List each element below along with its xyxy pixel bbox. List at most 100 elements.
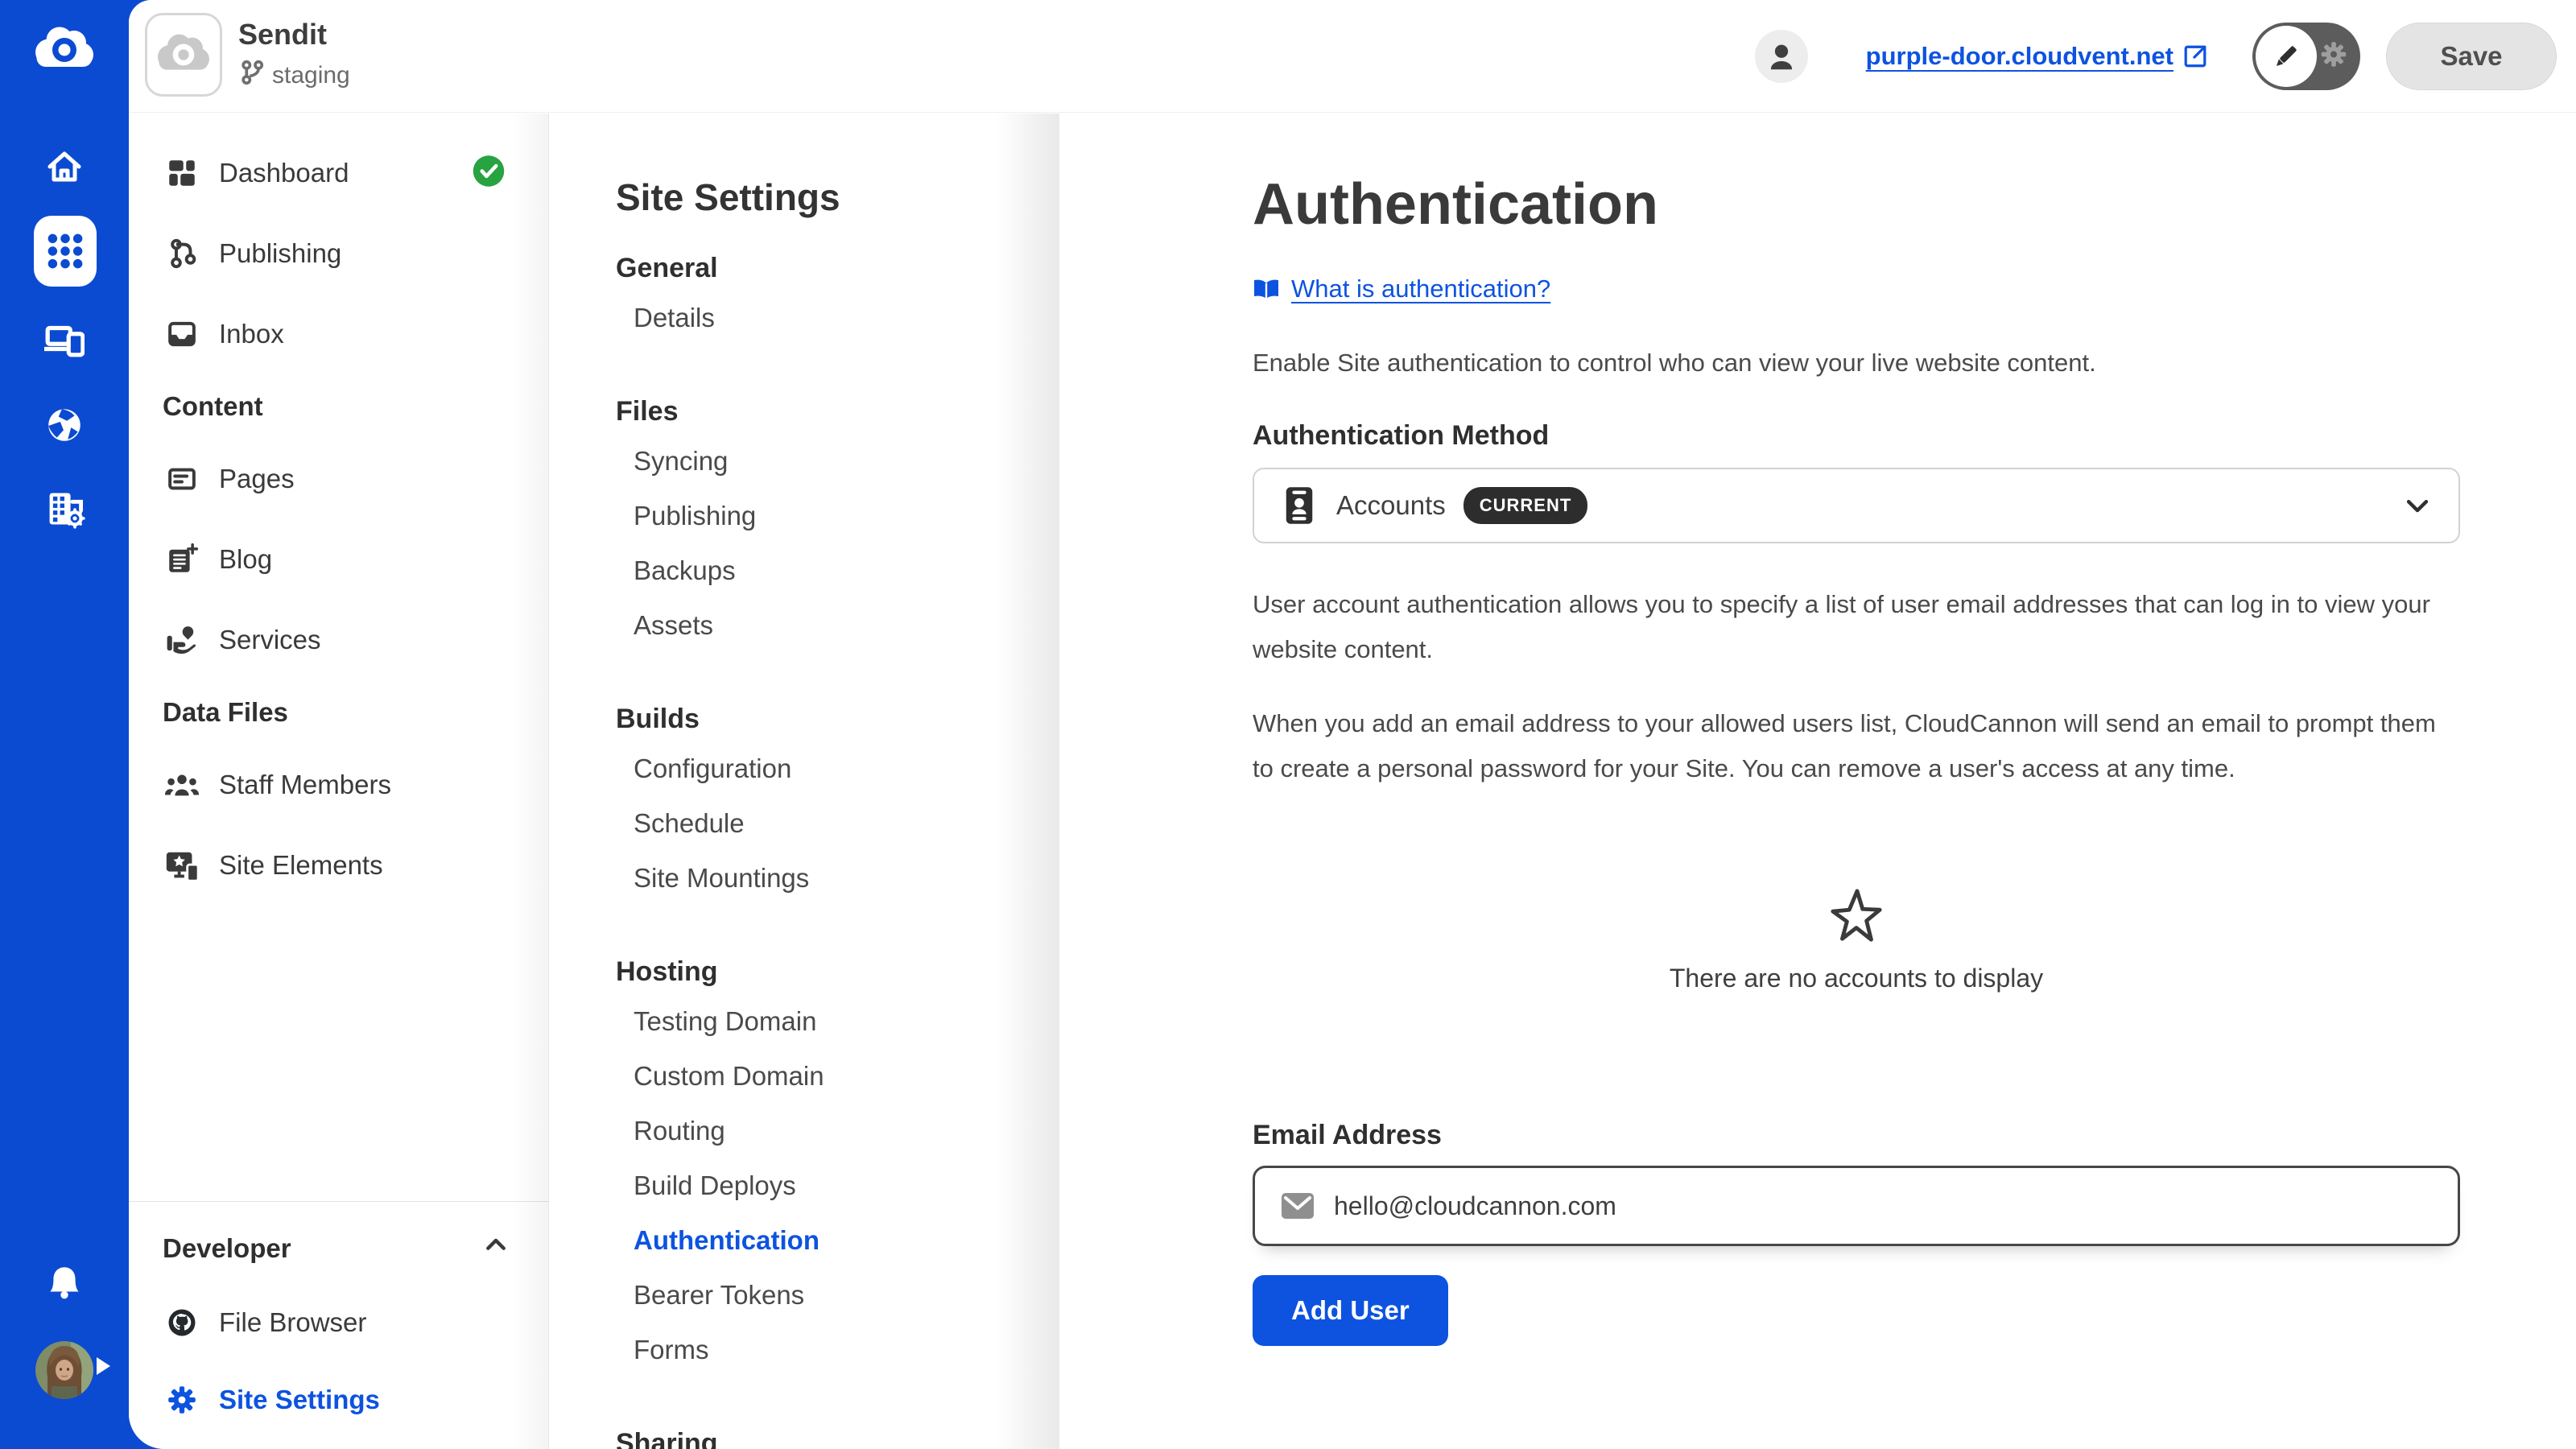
app-rail [0, 0, 129, 1449]
app-header: Sendit staging [129, 0, 2576, 113]
settings-section-general: General [616, 246, 1059, 291]
nav-item-dashboard[interactable]: Dashboard [129, 133, 548, 213]
bell-icon[interactable] [44, 1262, 85, 1307]
nav-item-blog[interactable]: Blog [129, 519, 548, 600]
intro-text: Enable Site authentication to control wh… [1253, 344, 2460, 382]
check-badge-icon [471, 154, 506, 193]
nav-item-label: Inbox [219, 319, 284, 349]
github-icon [163, 1305, 201, 1340]
star-icon [1828, 888, 1885, 944]
nav-item-label: Dashboard [219, 158, 349, 188]
add-user-button[interactable]: Add User [1253, 1275, 1448, 1346]
nav-item-label: Staff Members [219, 770, 391, 800]
settings-nav-syncing[interactable]: Syncing [616, 434, 1059, 489]
edit-settings-toggle[interactable] [2252, 23, 2360, 90]
external-link-icon [2183, 44, 2207, 68]
settings-nav-schedule[interactable]: Schedule [616, 796, 1059, 851]
nav-item-label: Services [219, 625, 321, 655]
envelope-icon [1281, 1191, 1315, 1220]
account-button[interactable] [1755, 30, 1808, 83]
apps-grid-active-item[interactable] [34, 216, 97, 287]
nav-section-developer[interactable]: Developer [129, 1213, 548, 1284]
empty-state-text: There are no accounts to display [1253, 964, 2460, 993]
save-button[interactable]: Save [2386, 23, 2557, 90]
what-is-authentication-link[interactable]: What is authentication? [1253, 275, 1550, 303]
current-badge: CURRENT [1463, 487, 1588, 524]
contact-card-icon [1282, 485, 1317, 526]
settings-nav-backups[interactable]: Backups [616, 543, 1059, 598]
site-elements-icon [163, 847, 201, 884]
cloudcannon-logo-icon[interactable] [32, 21, 97, 83]
nav-section-label: Developer [163, 1233, 291, 1264]
nav-section-data-files: Data Files [129, 680, 548, 745]
site-nav-panel: Dashboard Publis [129, 114, 549, 1449]
nav-item-site-settings[interactable]: Site Settings [129, 1361, 548, 1439]
git-branch-icon [238, 60, 264, 92]
email-label: Email Address [1253, 1114, 2460, 1156]
book-icon [1253, 277, 1280, 301]
home-icon[interactable] [45, 148, 84, 191]
nav-item-publishing[interactable]: Publishing [129, 213, 548, 294]
apps-grid-icon [45, 231, 85, 271]
settings-nav-assets[interactable]: Assets [616, 598, 1059, 653]
publishing-icon [163, 237, 201, 270]
settings-nav-routing[interactable]: Routing [616, 1104, 1059, 1158]
avatar-expand-arrow-icon[interactable] [97, 1357, 110, 1375]
settings-nav-site-mountings[interactable]: Site Mountings [616, 851, 1059, 906]
settings-nav-authentication[interactable]: Authentication [616, 1213, 1059, 1268]
globe-icon[interactable] [44, 405, 85, 449]
inbox-icon [163, 317, 201, 351]
settings-nav-publishing[interactable]: Publishing [616, 489, 1059, 543]
nav-item-label: Site Settings [219, 1385, 380, 1415]
branch-name: staging [272, 62, 350, 89]
settings-section-sharing: Sharing [616, 1421, 1059, 1449]
site-logo [145, 13, 222, 97]
settings-nav-details[interactable]: Details [616, 291, 1059, 345]
method-description-1: User account authentication allows you t… [1253, 582, 2460, 672]
user-avatar[interactable] [35, 1341, 93, 1399]
settings-section-hosting: Hosting [616, 949, 1059, 994]
devices-icon[interactable] [44, 319, 85, 363]
pages-icon [163, 462, 201, 496]
nav-item-label: Blog [219, 544, 272, 575]
organization-icon[interactable] [43, 488, 85, 534]
settings-nav-testing-domain[interactable]: Testing Domain [616, 994, 1059, 1049]
services-icon [163, 623, 201, 657]
pencil-icon [2256, 26, 2317, 87]
nav-item-inbox[interactable]: Inbox [129, 294, 548, 374]
email-input-wrapper [1253, 1166, 2460, 1246]
nav-item-file-browser[interactable]: File Browser [129, 1284, 548, 1361]
authentication-method-select[interactable]: Accounts CURRENT [1253, 468, 2460, 543]
page-title: Authentication [1253, 170, 2460, 239]
chevron-up-icon [482, 1232, 510, 1265]
nav-item-services[interactable]: Services [129, 600, 548, 680]
nav-item-label: Pages [219, 464, 295, 494]
site-name: Sendit [238, 18, 350, 52]
settings-nav-panel: Site Settings General Details Files Sync… [550, 114, 1059, 1449]
settings-nav-configuration[interactable]: Configuration [616, 741, 1059, 796]
method-selected-value: Accounts [1336, 490, 1446, 521]
blog-icon [163, 543, 201, 576]
method-label: Authentication Method [1253, 415, 2460, 456]
settings-section-files: Files [616, 389, 1059, 434]
nav-item-site-elements[interactable]: Site Elements [129, 825, 548, 906]
gear-toggle-icon [2318, 39, 2349, 74]
person-icon [1765, 40, 1798, 72]
settings-nav-build-deploys[interactable]: Build Deploys [616, 1158, 1059, 1213]
nav-section-content: Content [129, 374, 548, 439]
chevron-down-icon [2404, 492, 2431, 519]
nav-item-label: File Browser [219, 1307, 366, 1338]
nav-item-pages[interactable]: Pages [129, 439, 548, 519]
what-is-authentication-label: What is authentication? [1291, 275, 1550, 303]
nav-item-staff-members[interactable]: Staff Members [129, 745, 548, 825]
settings-nav-forms[interactable]: Forms [616, 1323, 1059, 1377]
staff-members-icon [163, 766, 201, 803]
dashboard-icon [163, 156, 201, 190]
nav-item-label: Site Elements [219, 850, 383, 881]
app-surface: Sendit staging [129, 0, 2576, 1449]
email-input[interactable] [1334, 1191, 2432, 1221]
settings-nav-custom-domain[interactable]: Custom Domain [616, 1049, 1059, 1104]
preview-domain-link[interactable]: purple-door.cloudvent.net [1866, 42, 2207, 71]
settings-nav-bearer-tokens[interactable]: Bearer Tokens [616, 1268, 1059, 1323]
main-panel: Authentication What is authentication? E… [1059, 114, 2576, 1449]
